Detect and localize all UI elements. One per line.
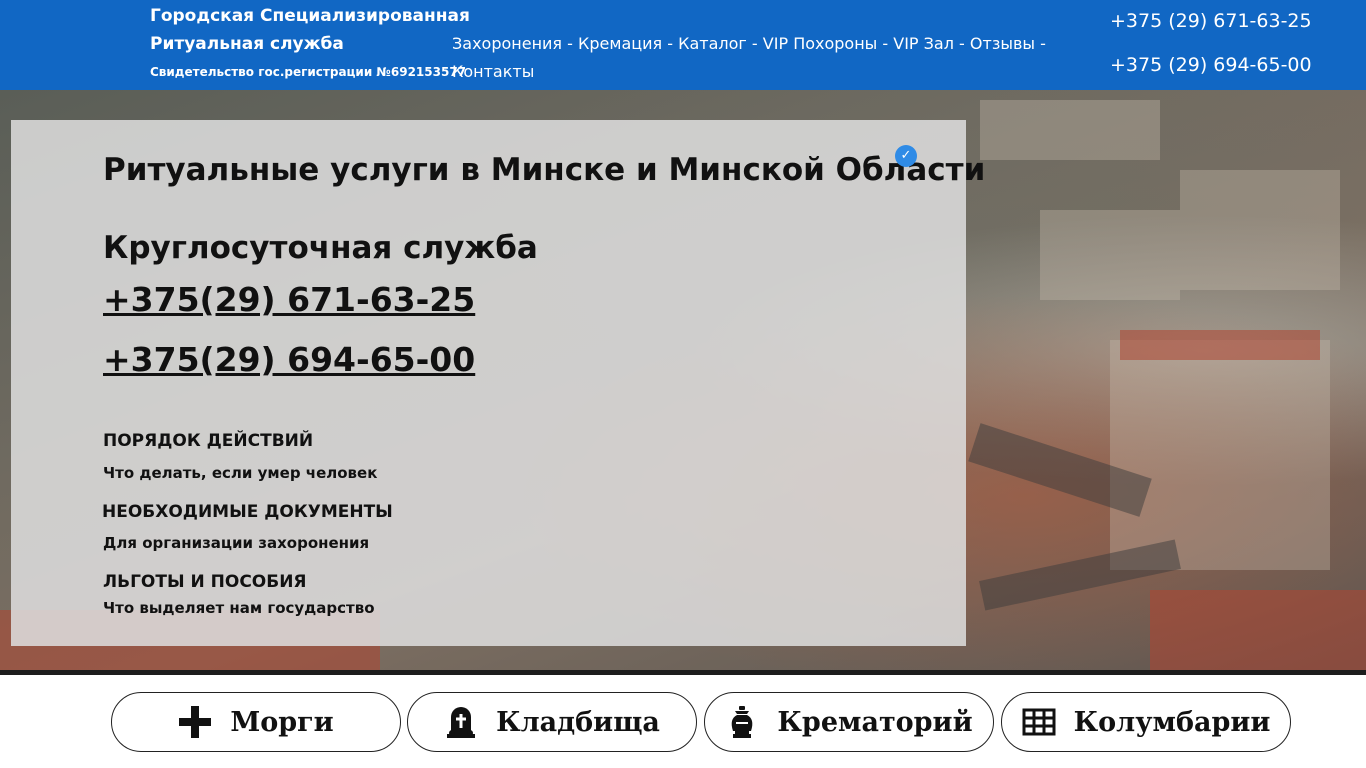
bg-building <box>1040 210 1180 300</box>
brand-name-line2[interactable]: Ритуальная служба <box>150 34 344 54</box>
nav-burials[interactable]: Захоронения <box>452 34 562 53</box>
page-title: Ритуальные услуги в Минске и Минской Обл… <box>103 152 986 188</box>
main-phone-2[interactable]: +375(29) 694-65-00 <box>103 340 475 379</box>
category-columbaria-button[interactable]: Колумбарии <box>1001 692 1291 752</box>
nav-catalog[interactable]: Каталог <box>678 34 747 53</box>
urn-icon <box>732 706 753 738</box>
nav-vip-funerals[interactable]: VIP Похороны <box>763 34 878 53</box>
category-label: Колумбарии <box>1073 706 1271 738</box>
nav-cremation[interactable]: Кремация <box>578 34 662 53</box>
category-morgues-button[interactable]: Морги <box>111 692 401 752</box>
link-documents[interactable]: НЕОБХОДИМЫЕ ДОКУМЕНТЫ <box>102 502 393 522</box>
main-phone-1[interactable]: +375(29) 671-63-25 <box>103 280 475 319</box>
link-benefits[interactable]: ЛЬГОТЫ И ПОСОБИЯ <box>103 572 307 592</box>
documents-subtitle: Для организации захоронения <box>103 534 370 552</box>
brand-name-line1[interactable]: Городская Специализированная <box>150 6 470 26</box>
bg-building <box>1180 170 1340 290</box>
columbarium-grid-icon <box>1022 708 1056 736</box>
category-label: Крематорий <box>777 706 973 738</box>
category-label: Кладбища <box>496 706 660 738</box>
bg-roof <box>1150 590 1366 670</box>
nav-contacts[interactable]: Контакты <box>452 62 534 81</box>
bg-building <box>980 100 1160 160</box>
nav-vip-hall[interactable]: VIP Зал <box>893 34 954 53</box>
site-header: Городская Специализированная Ритуальная … <box>0 0 1366 90</box>
hero-panel: Ритуальные услуги в Минске и Минской Обл… <box>11 120 985 646</box>
divider-strip <box>0 670 1366 675</box>
registration-certificate: Свидетельство гос.регистрации №692153577 <box>150 65 467 79</box>
nav-separator: - <box>746 34 763 53</box>
category-cemeteries-button[interactable]: Кладбища <box>407 692 697 752</box>
nav-reviews[interactable]: Отзывы <box>970 34 1035 53</box>
main-nav: Захоронения - Кремация - Каталог - VIP П… <box>452 30 1052 86</box>
nav-separator: - <box>1035 34 1046 53</box>
nav-separator: - <box>562 34 579 53</box>
link-procedure[interactable]: ПОРЯДОК ДЕЙСТВИЙ <box>103 431 313 451</box>
category-crematorium-button[interactable]: Крематорий <box>704 692 994 752</box>
header-phone-1[interactable]: +375 (29) 671-63-25 <box>1110 10 1312 32</box>
bg-building <box>1110 340 1330 570</box>
gravestone-icon <box>447 707 476 738</box>
nav-separator: - <box>662 34 679 53</box>
verified-badge-icon: ✓ <box>895 145 917 167</box>
cross-icon <box>179 706 212 738</box>
benefits-subtitle: Что выделяет нам государство <box>103 599 375 617</box>
nav-separator: - <box>877 34 894 53</box>
header-phone-2[interactable]: +375 (29) 694-65-00 <box>1110 54 1312 76</box>
nav-separator: - <box>953 34 970 53</box>
service-subtitle: Круглосуточная служба <box>103 230 538 266</box>
category-label: Морги <box>230 706 334 738</box>
procedure-subtitle: Что делать, если умер человек <box>103 464 378 482</box>
bg-roof <box>1120 330 1320 360</box>
